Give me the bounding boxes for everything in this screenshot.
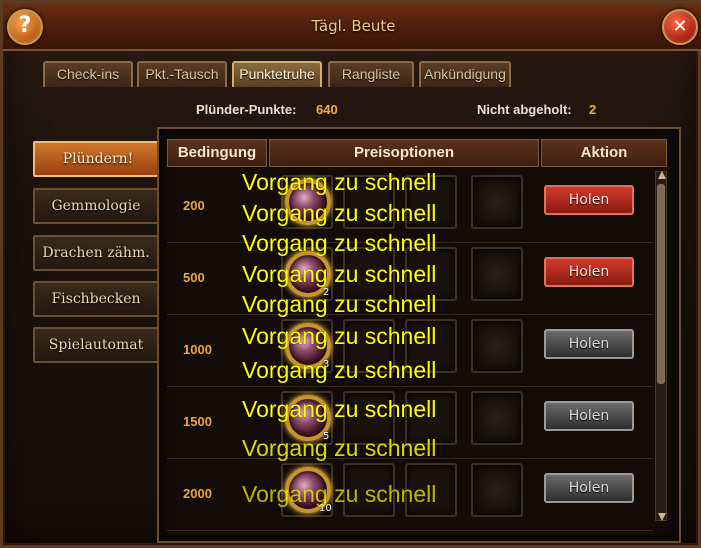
claim-button[interactable]: Holen [544, 185, 634, 215]
window-title: Tägl. Beute [311, 17, 396, 35]
points-value: 640 [316, 102, 338, 117]
empty-slot [471, 463, 523, 517]
row-condition: 2000 [183, 486, 212, 501]
reward-slot[interactable] [343, 247, 395, 301]
sidebar-item-fischbecken[interactable]: Fischbecken [33, 281, 159, 317]
title-bar: ? Tägl. Beute ✕ [3, 3, 701, 51]
points-label: Plünder-Punkte: [196, 102, 297, 117]
tab-ankuendigung[interactable]: Ankündigung [419, 61, 511, 87]
reward-quantity: 2 [323, 287, 330, 298]
table-row: 1000 3 Holen [167, 315, 653, 387]
row-condition: 1000 [183, 342, 212, 357]
empty-slot [471, 175, 523, 229]
empty-slot [471, 247, 523, 301]
table-row: 500 2 Holen [167, 243, 653, 315]
reward-slot[interactable] [405, 391, 457, 445]
reward-slot[interactable] [343, 391, 395, 445]
header-action: Aktion [541, 139, 667, 167]
empty-slot [471, 391, 523, 445]
reward-panel: Bedingung Preisoptionen Aktion 200 Holen… [157, 127, 681, 543]
reward-slot[interactable] [343, 319, 395, 373]
reward-slot[interactable] [405, 175, 457, 229]
unclaimed-value: 2 [589, 102, 597, 117]
table-row: 2000 10 Holen [167, 459, 653, 531]
close-button[interactable]: ✕ [662, 9, 698, 45]
empty-slot [471, 319, 523, 373]
reward-slot[interactable] [405, 319, 457, 373]
scroll-thumb[interactable] [657, 184, 665, 384]
header-condition: Bedingung [167, 139, 267, 167]
unclaimed-label: Nicht abgeholt: [477, 102, 572, 117]
reward-quantity: 3 [323, 359, 330, 370]
claim-button[interactable]: Holen [544, 473, 634, 503]
sidebar-item-pluendern[interactable]: Plündern! [33, 141, 163, 177]
reward-slot[interactable] [343, 463, 395, 517]
reward-quantity: 5 [323, 431, 330, 442]
claim-button[interactable]: Holen [544, 257, 634, 287]
reward-quantity: 10 [319, 503, 332, 514]
table-row: 200 Holen [167, 171, 653, 243]
close-icon: ✕ [672, 16, 688, 37]
reward-orb-icon [285, 179, 331, 225]
sidebar-item-drachen[interactable]: Drachen zähm. [33, 235, 159, 271]
scroll-down-arrow-icon[interactable] [658, 513, 666, 521]
sidebar-item-gemmologie[interactable]: Gemmologie [33, 188, 159, 224]
reward-rows: 200 Holen 500 2 Holen 1000 3 Holen 1500 … [167, 171, 653, 539]
scroll-up-arrow-icon[interactable] [658, 171, 666, 179]
row-condition: 1500 [183, 414, 212, 429]
tab-rangliste[interactable]: Rangliste [328, 61, 414, 87]
reward-slot[interactable] [343, 175, 395, 229]
sidebar-item-spielautomat[interactable]: Spielautomat [33, 327, 159, 363]
row-condition: 200 [183, 198, 205, 213]
tab-pkt-tausch[interactable]: Pkt.-Tausch [137, 61, 227, 87]
row-condition: 500 [183, 270, 205, 285]
claim-button[interactable]: Holen [544, 329, 634, 359]
tab-punktetruhe[interactable]: Punktetruhe [232, 61, 322, 87]
header-rewards: Preisoptionen [269, 139, 539, 167]
tab-check-ins[interactable]: Check-ins [43, 61, 133, 87]
reward-slot[interactable] [405, 247, 457, 301]
scrollbar[interactable] [655, 171, 667, 521]
table-header: Bedingung Preisoptionen Aktion [167, 139, 667, 167]
reward-slot[interactable] [405, 463, 457, 517]
claim-button[interactable]: Holen [544, 401, 634, 431]
table-row: 1500 5 Holen [167, 387, 653, 459]
daily-loot-window: ? Tägl. Beute ✕ Check-ins Pkt.-Tausch Pu… [0, 0, 701, 548]
